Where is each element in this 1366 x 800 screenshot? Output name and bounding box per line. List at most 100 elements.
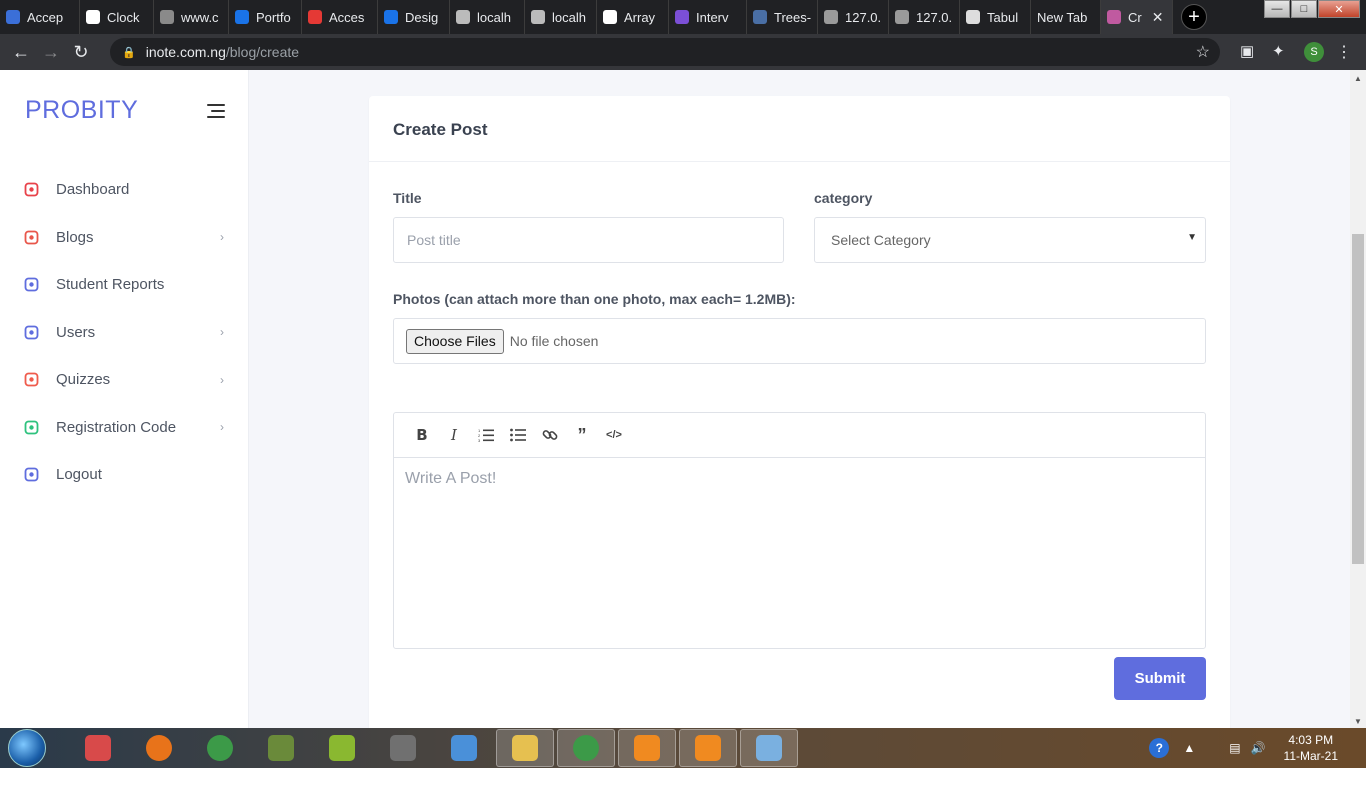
volume-icon[interactable]: 🔊 — [1251, 741, 1266, 755]
browser-tab[interactable]: Interv — [669, 0, 747, 34]
maximize-button[interactable]: □ — [1291, 0, 1317, 18]
italic-icon[interactable]: I — [438, 423, 470, 447]
svg-text:3: 3 — [478, 438, 481, 442]
firefox-taskbar-button[interactable] — [130, 729, 188, 767]
close-window-button[interactable]: ✕ — [1318, 0, 1360, 18]
minimize-button[interactable]: — — [1264, 0, 1290, 18]
clock[interactable]: 4:03 PM 11-Mar-21 — [1284, 732, 1338, 764]
browser-tab[interactable]: www.c — [154, 0, 229, 34]
user-icon — [24, 325, 39, 340]
url-host: inote.com.ng — [145, 44, 226, 60]
bookmark-star-icon[interactable]: ☆ — [1196, 42, 1210, 62]
file-explorer-taskbar-button[interactable] — [496, 729, 554, 767]
browser-tab[interactable]: 127.0. — [818, 0, 889, 34]
browser-tab[interactable]: Portfo — [229, 0, 302, 34]
tray-expand-icon[interactable]: ▲ — [1183, 741, 1195, 755]
editor-body[interactable]: Write A Post! — [394, 458, 1205, 500]
sidebar-item-registration-code[interactable]: Registration Code › — [0, 404, 249, 452]
sidebar-item-student-reports[interactable]: Student Reports — [0, 261, 249, 309]
tab-title: Cr — [1128, 9, 1142, 25]
scroll-up-icon[interactable]: ▲ — [1354, 74, 1362, 83]
tab-title: Interv — [696, 9, 729, 25]
chrome-taskbar-button[interactable] — [191, 729, 249, 767]
brand-logo[interactable]: PROBITY — [25, 96, 138, 125]
paint-icon — [756, 735, 782, 761]
doc-icon — [6, 10, 20, 24]
browser-tab[interactable]: Accep — [0, 0, 80, 34]
browser-menu-icon[interactable]: ⋮ — [1336, 42, 1352, 62]
compass-icon — [24, 182, 39, 197]
file-explorer-icon — [512, 735, 538, 761]
browser-tab[interactable]: Trees- — [747, 0, 818, 34]
sidebar-item-users[interactable]: Users › — [0, 309, 249, 357]
sidebar-item-logout[interactable]: Logout — [0, 451, 249, 499]
page-scrollbar[interactable]: ▲ ▼ — [1350, 70, 1366, 728]
category-select[interactable]: Select Category ▼ — [814, 217, 1206, 263]
paint-taskbar-button[interactable] — [740, 729, 798, 767]
browser-tab[interactable]: Acces — [302, 0, 378, 34]
help-icon[interactable]: ? — [1149, 738, 1170, 758]
browser-tab[interactable]: Desig — [378, 0, 450, 34]
link-icon[interactable] — [534, 423, 566, 447]
chameleon-app-taskbar-button[interactable] — [313, 729, 371, 767]
sidebar-item-quizzes[interactable]: Quizzes › — [0, 356, 249, 404]
reload-icon[interactable]: ↻ — [66, 42, 96, 63]
category-label: category — [814, 190, 873, 206]
c-icon — [384, 10, 398, 24]
browser-tab[interactable]: localh — [525, 0, 597, 34]
profile-avatar[interactable]: S — [1304, 42, 1324, 62]
choose-files-button[interactable]: Choose Files — [406, 328, 504, 354]
post-title-input[interactable]: Post title — [393, 217, 784, 263]
extensions-puzzle-icon[interactable]: ✦ — [1272, 42, 1285, 60]
calculator-app-taskbar-button[interactable] — [252, 729, 310, 767]
url-field[interactable]: 🔒 inote.com.ng/blog/create ☆ — [110, 38, 1220, 66]
submit-button[interactable]: Submit — [1114, 657, 1206, 700]
hamburger-menu-icon[interactable] — [207, 104, 225, 122]
snipping-tool-taskbar-button[interactable] — [69, 729, 127, 767]
page-content: PROBITY Dashboard Blogs › Student Reports Us… — [0, 70, 1350, 728]
system-tray: ? ▲ ▤ 🔊 4:03 PM 11-Mar-21 — [1149, 728, 1366, 768]
sublime-text-icon — [634, 735, 660, 761]
globe-icon — [895, 10, 909, 24]
vlc-taskbar-button[interactable] — [679, 729, 737, 767]
scrollbar-thumb[interactable] — [1352, 234, 1364, 564]
browser-tab[interactable]: New Tab — [1031, 0, 1101, 34]
close-tab-icon[interactable]: ✕ — [1152, 9, 1164, 26]
ordered-list-icon[interactable]: 123 — [470, 423, 502, 447]
photos-file-input: Choose Files No file chosen — [393, 318, 1206, 364]
browser-tab[interactable]: 127.0. — [889, 0, 960, 34]
browser-tab[interactable]: localh — [450, 0, 525, 34]
bullet-list-icon[interactable] — [502, 423, 534, 447]
extension-cube-icon[interactable]: ▣ — [1240, 42, 1254, 60]
url-path: /blog/create — [225, 44, 300, 60]
quote-icon[interactable]: ” — [566, 423, 598, 447]
window-controls: — □ ✕ — [1263, 0, 1360, 18]
sidebar-item-dashboard[interactable]: Dashboard — [0, 166, 249, 214]
back-icon[interactable]: ← — [6, 42, 36, 63]
virtualbox-taskbar-button[interactable] — [435, 729, 493, 767]
browser-tab[interactable]: Tabul — [960, 0, 1031, 34]
windows-taskbar: ? ▲ ▤ 🔊 4:03 PM 11-Mar-21 — [0, 728, 1366, 768]
browser-tab[interactable]: Cr ✕ — [1101, 0, 1173, 34]
network-icon[interactable]: ▤ — [1229, 741, 1240, 755]
bold-icon[interactable]: B — [406, 423, 438, 447]
forward-icon[interactable]: → — [36, 42, 66, 63]
pine-app-taskbar-button[interactable] — [374, 729, 432, 767]
start-button[interactable] — [8, 729, 46, 767]
tab-title: Clock — [107, 9, 140, 25]
browser-tab[interactable]: Array — [597, 0, 669, 34]
tab-title: Tabul — [987, 9, 1019, 25]
code-icon[interactable]: </> — [598, 423, 630, 447]
tab-title: Accep — [27, 9, 64, 25]
sidebar-nav: Dashboard Blogs › Student Reports Users › Quiz… — [0, 166, 249, 499]
browser-tab[interactable]: Clock — [80, 0, 154, 34]
new-tab-button[interactable]: + — [1181, 4, 1207, 30]
sublime-text-taskbar-button[interactable] — [618, 729, 676, 767]
probity-icon — [1107, 10, 1121, 24]
sidebar-item-blogs[interactable]: Blogs › — [0, 214, 249, 262]
scroll-down-icon[interactable]: ▼ — [1354, 717, 1362, 726]
chrome-icon — [573, 735, 599, 761]
pine-app-icon — [390, 735, 416, 761]
globe-icon — [824, 10, 838, 24]
chrome-taskbar-button[interactable] — [557, 729, 615, 767]
